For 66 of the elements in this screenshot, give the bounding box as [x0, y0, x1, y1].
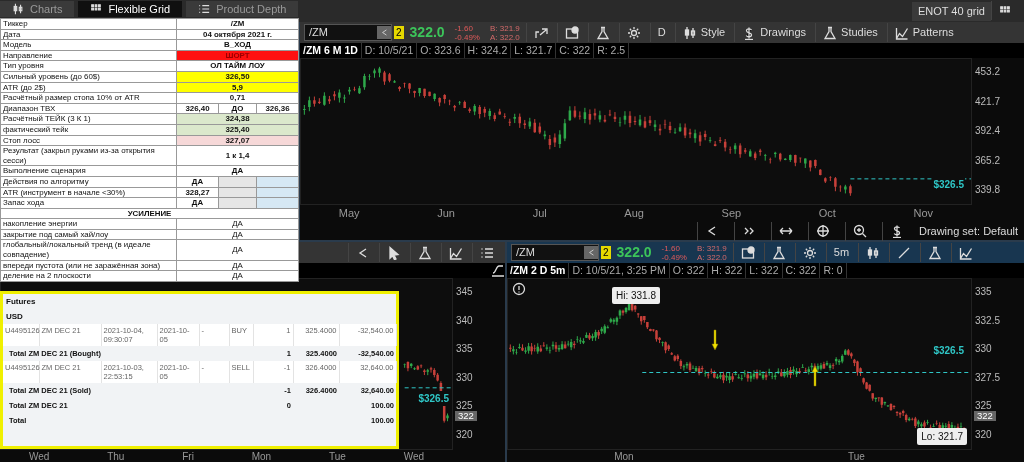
axis-label: 330	[975, 342, 993, 357]
toolbar-button[interactable]: Patterns	[886, 23, 961, 42]
percent-change: -0.49%	[454, 32, 480, 42]
axis-label: 365.2	[975, 153, 1002, 168]
price-level-label: $326.5	[417, 391, 450, 406]
axis-label: 340	[456, 313, 474, 328]
axis-label: Wed	[403, 451, 425, 462]
axis-label: Mon	[251, 451, 272, 462]
link-badge: 2	[394, 26, 404, 39]
symbol-field[interactable]: /ZM	[304, 24, 392, 41]
axis-label: 392.4	[975, 124, 1002, 138]
axis-label: Jun	[437, 206, 455, 222]
tab[interactable]: Flexible Grid	[78, 1, 183, 17]
last-price: 322.0	[615, 243, 653, 262]
last-price-marker: 322	[974, 411, 996, 421]
axis-label: Fri	[182, 451, 194, 462]
axis-label: 320	[456, 427, 474, 442]
axis-label: 332.5	[975, 313, 1002, 328]
axis-label: Oct	[818, 206, 836, 222]
axis-label: 327.5	[975, 370, 1002, 385]
net-change: -1.60	[454, 23, 474, 33]
high-label: Hi: 331.8	[612, 287, 661, 304]
axis-label: 325	[456, 399, 474, 413]
symbol-field[interactable]: /ZM	[511, 244, 599, 261]
axis-label: 421.7	[975, 94, 1002, 109]
drawing-set-label: Drawing set: Default	[918, 223, 1018, 239]
axis-label: 335	[456, 342, 474, 357]
group-label: Futures	[5, 296, 37, 308]
axis-label: Mon	[614, 451, 634, 462]
axis-label: May	[338, 206, 360, 222]
axis-label: 345	[456, 285, 474, 299]
timeframe-button[interactable]: 5m	[825, 243, 857, 262]
ask-price: A: 322.0	[489, 32, 520, 42]
ask-price: A: 322.0	[696, 252, 727, 262]
price-level-label: $326.5	[932, 343, 965, 358]
axis-label: 339.8	[975, 183, 1002, 197]
axis-label: Tue	[847, 451, 865, 462]
toolbar-button[interactable]: Style	[674, 23, 733, 42]
axis-label: 330	[456, 370, 474, 385]
tab[interactable]: Charts	[0, 1, 75, 17]
bid-price: B: 321.9	[696, 243, 727, 253]
toolbar-button[interactable]: Drawings	[734, 23, 814, 42]
axis-label: 320	[975, 427, 993, 442]
grid-name: ENOT 40 grid	[911, 2, 991, 21]
axis-label: 335	[975, 285, 993, 299]
axis-label: Aug	[624, 206, 644, 222]
axis-label: Nov	[913, 206, 934, 222]
axis-label: Wed	[28, 451, 50, 462]
last-price-marker: 322	[455, 411, 477, 421]
axis-label: Sep	[721, 206, 742, 222]
timeframe-button[interactable]: D	[649, 23, 673, 42]
axis-label: 325	[975, 399, 993, 413]
net-change: -1.60	[661, 243, 681, 253]
toolbar-button[interactable]: Studies	[815, 23, 885, 42]
axis-label: Tue	[328, 451, 346, 462]
low-label: Lo: 321.7	[917, 428, 967, 445]
axis-label: Thu	[107, 451, 125, 462]
tab[interactable]: Product Depth	[186, 1, 299, 17]
price-level-label: $326.5	[932, 177, 965, 192]
link-badge: 2	[601, 246, 611, 259]
last-price: 322.0	[408, 23, 446, 42]
axis-label: 453.2	[975, 65, 1002, 79]
percent-change: -0.49%	[661, 252, 687, 262]
axis-label: Jul	[532, 206, 547, 222]
group-label: USD	[3, 309, 397, 324]
bid-price: B: 321.9	[489, 23, 520, 33]
